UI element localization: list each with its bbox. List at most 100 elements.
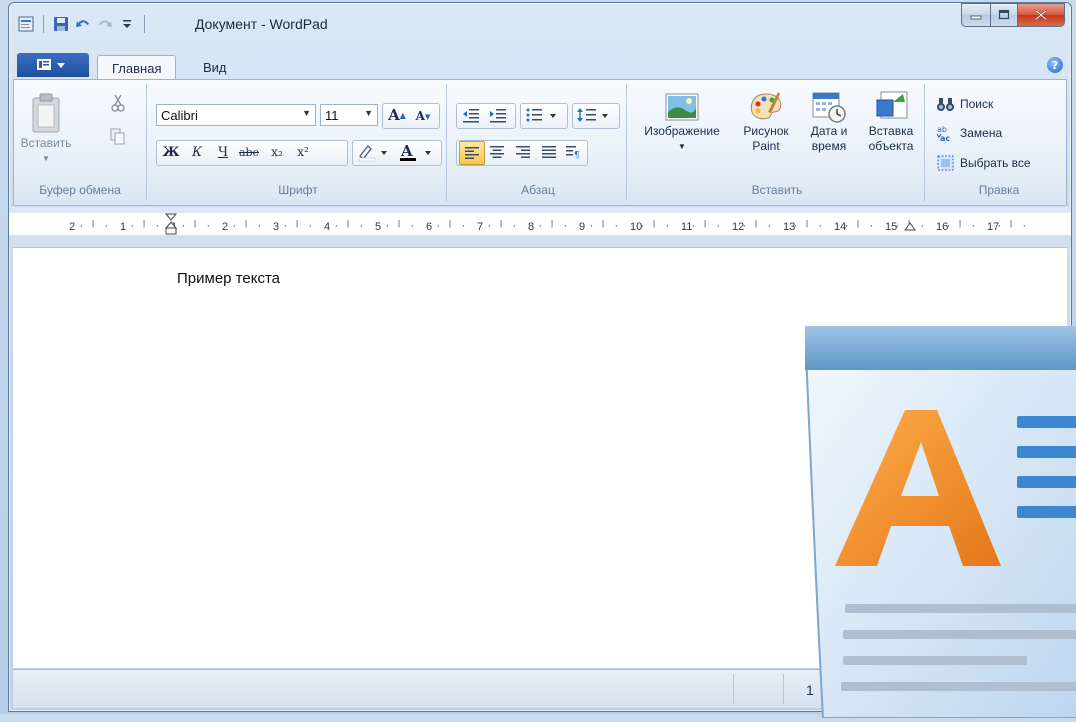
ruler-dot: |: [500, 219, 503, 228]
select-all-icon: [937, 155, 954, 171]
status-divider: [783, 674, 784, 704]
undo-icon[interactable]: [72, 13, 94, 35]
ruler-mark: 1: [120, 221, 127, 233]
ruler-dot: |: [92, 219, 95, 228]
group-paragraph: ¶ Абзац: [450, 84, 627, 201]
align-center-button[interactable]: [485, 141, 509, 163]
indent-buttons: [456, 103, 516, 129]
insert-datetime-button[interactable]: Дата и время: [800, 90, 858, 154]
ruler-dot: ·: [665, 220, 670, 232]
help-icon[interactable]: ?: [1047, 57, 1063, 73]
group-insert: Изображение ▼ Рисунок Paint Дата и время…: [630, 84, 925, 201]
ruler-dot: |: [857, 219, 860, 228]
ruler-dot: ·: [997, 220, 1002, 232]
select-all-label: Выбрать все: [960, 156, 1031, 170]
ruler-dot: ·: [895, 220, 900, 232]
ruler-dot: ·: [512, 220, 517, 232]
justify-icon: [542, 146, 556, 158]
justify-button[interactable]: [537, 141, 561, 163]
font-style-buttons: Ж К Ч abe x₂ x²: [156, 140, 348, 166]
group-label-insert: Вставить: [751, 183, 803, 197]
underline-button[interactable]: Ч: [211, 141, 235, 163]
tab-view[interactable]: Вид: [189, 55, 241, 79]
svg-text:ab: ab: [937, 125, 947, 134]
decrease-indent-button[interactable]: [459, 104, 483, 126]
app-menu-button[interactable]: [17, 53, 89, 77]
font-size-select[interactable]: 11 ▼: [320, 104, 378, 126]
replace-button[interactable]: ab ac Замена: [936, 124, 1002, 142]
right-indent-marker-icon[interactable]: [903, 221, 917, 237]
subscript-button[interactable]: x₂: [265, 141, 289, 163]
find-button[interactable]: Поиск: [936, 96, 993, 112]
font-family-value: Calibri: [161, 107, 198, 123]
bullet-list-button[interactable]: [523, 104, 563, 126]
ruler-dot: ·: [283, 220, 288, 232]
maximize-button[interactable]: [991, 3, 1018, 27]
chevron-down-icon: ▼: [302, 108, 311, 118]
group-label-clipboard: Буфер обмена: [39, 183, 121, 197]
ruler-dot: ·: [410, 220, 415, 232]
bold-button[interactable]: Ж: [159, 141, 183, 163]
paste-button[interactable]: Вставить ▼: [20, 92, 72, 166]
list-button-group: [520, 103, 568, 129]
insert-image-button[interactable]: Изображение ▼: [632, 90, 732, 154]
wordpad-app-icon[interactable]: [15, 13, 37, 35]
font-color-buttons: A: [352, 140, 442, 166]
ruler-dot: ·: [716, 220, 721, 232]
close-icon: [1034, 9, 1048, 21]
ruler-dot: ·: [767, 220, 772, 232]
customize-quick-access-icon[interactable]: [116, 13, 138, 35]
italic-button[interactable]: К: [185, 141, 209, 163]
ruler-mark: 7: [477, 221, 484, 233]
quick-access-toolbar: [15, 13, 151, 35]
ruler-dot: |: [449, 219, 452, 228]
shrink-font-button[interactable]: A ▼: [411, 105, 435, 127]
paste-label: Вставить: [20, 136, 72, 150]
window-title: Документ - WordPad: [195, 16, 328, 32]
wordpad-logo-icon: [803, 318, 1076, 719]
ruler-dot: |: [653, 219, 656, 228]
minimize-button[interactable]: [961, 3, 991, 27]
align-left-button[interactable]: [459, 141, 485, 165]
save-icon[interactable]: [50, 13, 72, 35]
superscript-button[interactable]: x²: [291, 141, 315, 163]
ruler-dot: ·: [920, 220, 925, 232]
maximize-icon: [998, 9, 1010, 20]
paragraph-icon: ¶: [566, 146, 580, 159]
ruler-mark: 6: [426, 221, 433, 233]
ruler[interactable]: 2·|·1·|·1·|·2·|·3·|·4·|·5·|·6·|·7·|·8·|·…: [9, 207, 1071, 247]
paragraph-button[interactable]: ¶: [561, 141, 585, 163]
ruler-dot: |: [959, 219, 962, 228]
clipboard-icon: [32, 93, 60, 133]
replace-label: Замена: [960, 126, 1003, 140]
line-spacing-button[interactable]: [575, 104, 615, 126]
close-button[interactable]: [1018, 3, 1065, 27]
font-color-button[interactable]: A: [397, 141, 437, 163]
ruler-dot: ·: [946, 220, 951, 232]
tab-home[interactable]: Главная: [97, 55, 177, 80]
indent-marker-icon[interactable]: [164, 213, 178, 249]
insert-object-button[interactable]: Вставка объекта: [860, 90, 922, 154]
ruler-dot: ·: [232, 220, 237, 232]
ribbon-tabs: Главная Вид ?: [13, 49, 1067, 80]
separator: [43, 15, 44, 33]
cut-button[interactable]: [110, 94, 126, 112]
grow-font-button[interactable]: A ▲: [385, 104, 409, 126]
align-right-icon: [516, 146, 530, 158]
insert-paint-button[interactable]: Рисунок Paint: [734, 90, 798, 154]
chevron-down-icon: ▼: [678, 142, 686, 151]
ruler-dot: ·: [971, 220, 976, 232]
redo-icon[interactable]: [94, 13, 116, 35]
align-center-icon: [490, 146, 504, 158]
copy-button[interactable]: [110, 128, 126, 146]
strikethrough-button[interactable]: abe: [237, 141, 261, 163]
document-text[interactable]: Пример текста: [177, 270, 280, 287]
ruler-mark: 9: [579, 221, 586, 233]
align-right-button[interactable]: [511, 141, 535, 163]
highlight-color-button[interactable]: [355, 141, 391, 163]
select-all-button[interactable]: Выбрать все: [936, 154, 1031, 172]
image-icon: [665, 93, 699, 121]
increase-indent-button[interactable]: [486, 104, 510, 126]
font-family-select[interactable]: Calibri ▼: [156, 104, 316, 126]
alignment-buttons: ¶: [456, 140, 588, 166]
